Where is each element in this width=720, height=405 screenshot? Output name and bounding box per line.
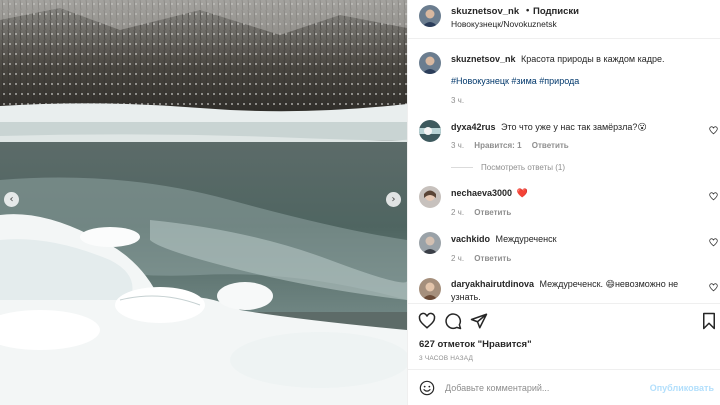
post-location[interactable]: Новокузнецк/Novokuznetsk — [451, 19, 557, 29]
caption-meta: 3 ч. — [451, 96, 472, 105]
comment-time[interactable]: 3 ч. — [451, 141, 464, 150]
caption-body: Красота природы в каждом кадре. — [521, 54, 665, 64]
reply-button[interactable]: Ответить — [474, 254, 511, 263]
comment-meta: 2 ч. Ответить — [451, 254, 519, 263]
next-photo-button[interactable]: › — [386, 192, 401, 207]
comment-avatar[interactable] — [419, 186, 441, 208]
replies-divider — [451, 167, 473, 168]
comment-avatar[interactable] — [419, 120, 441, 142]
previous-photo-button[interactable]: ‹ — [4, 192, 19, 207]
post-header: skuznetsov_nk • Подписки Новокузнецк/Nov… — [408, 0, 720, 39]
comment-username[interactable]: dyxa42rus — [451, 122, 496, 132]
comment-meta: 2 ч. Ответить — [451, 208, 519, 217]
comment-body: Междуреченск. — [539, 279, 606, 289]
following-button[interactable]: Подписки — [533, 6, 579, 17]
comment-text: nechaeva3000 ❤️ — [451, 187, 528, 201]
chevron-left-icon: ‹ — [9, 193, 14, 205]
comment-meta: 3 ч. Нравится: 1 Ответить — [451, 141, 577, 150]
comment-username[interactable]: vachkido — [451, 234, 490, 244]
comment-body: Междуреченск — [495, 234, 557, 244]
like-comment-icon[interactable] — [709, 126, 718, 135]
reply-button[interactable]: Ответить — [532, 141, 569, 150]
comment-emoji: 😮 — [637, 123, 647, 133]
comment-avatar[interactable] — [419, 232, 441, 254]
comment-emoji: 😄 — [605, 280, 615, 290]
author-username[interactable]: skuznetsov_nk — [451, 6, 519, 17]
comment-body: Это что уже у нас так замёрзла? — [501, 122, 638, 132]
publish-button[interactable]: Опубликовать — [650, 383, 714, 393]
view-replies-button[interactable]: Посмотреть ответы (1) — [451, 163, 565, 172]
comment-username[interactable]: daryakhairutdinova — [451, 279, 534, 289]
comment-bubble-icon[interactable] — [444, 312, 462, 330]
save-bookmark-icon[interactable] — [700, 312, 718, 330]
comment-username[interactable]: nechaeva3000 — [451, 188, 512, 198]
comment-time[interactable]: 2 ч. — [451, 254, 464, 263]
emoji-smiley-icon[interactable] — [419, 380, 435, 396]
caption-username[interactable]: skuznetsov_nk — [451, 54, 516, 64]
comment-text: daryakhairutdinova Междуреченск. 😄невозм… — [451, 278, 681, 292]
comment-body-continued: невозможно не — [614, 279, 679, 289]
author-avatar[interactable] — [419, 5, 441, 27]
winter-river-photo — [0, 0, 407, 405]
caption-avatar[interactable] — [419, 52, 441, 74]
separator-dot: • — [526, 5, 530, 16]
post-actions: 627 отметок "Нравится" 3 ЧАСОВ НАЗАД — [408, 303, 720, 367]
like-comment-icon[interactable] — [709, 192, 718, 201]
like-comment-icon[interactable] — [709, 238, 718, 247]
post-photo[interactable]: ‹ › — [0, 0, 407, 405]
comment-avatar[interactable] — [419, 278, 441, 300]
share-paper-plane-icon[interactable] — [470, 312, 488, 330]
caption-text: skuznetsov_nk Красота природы в каждом к… — [451, 53, 664, 66]
comment-likes-count[interactable]: Нравится: 1 — [474, 141, 521, 150]
comment-time[interactable]: 2 ч. — [451, 208, 464, 217]
like-comment-icon[interactable] — [709, 283, 718, 292]
chevron-right-icon: › — [391, 193, 396, 205]
view-replies-label: Посмотреть ответы (1) — [481, 163, 566, 172]
like-heart-icon[interactable] — [418, 312, 436, 330]
comments-list[interactable]: skuznetsov_nk Красота природы в каждом к… — [408, 40, 720, 302]
comment-input[interactable] — [445, 379, 645, 397]
post-side-panel: skuznetsov_nk • Подписки Новокузнецк/Nov… — [407, 0, 720, 405]
comment-emoji: ❤️ — [516, 189, 528, 199]
comment-text: vachkido Междуреченск — [451, 233, 557, 246]
comment-text-line2: узнать. — [451, 292, 481, 302]
add-comment-bar: Опубликовать — [408, 369, 720, 405]
comment-text: dyxa42rus Это что уже у нас так замёрзла… — [451, 121, 647, 135]
caption-hashtags[interactable]: #Новокузнецк #зима #природа — [451, 75, 579, 88]
reply-button[interactable]: Ответить — [474, 208, 511, 217]
post-time-ago[interactable]: 3 ЧАСОВ НАЗАД — [419, 355, 473, 362]
caption-time[interactable]: 3 ч. — [451, 96, 464, 105]
likes-count[interactable]: 627 отметок "Нравится" — [419, 339, 532, 350]
